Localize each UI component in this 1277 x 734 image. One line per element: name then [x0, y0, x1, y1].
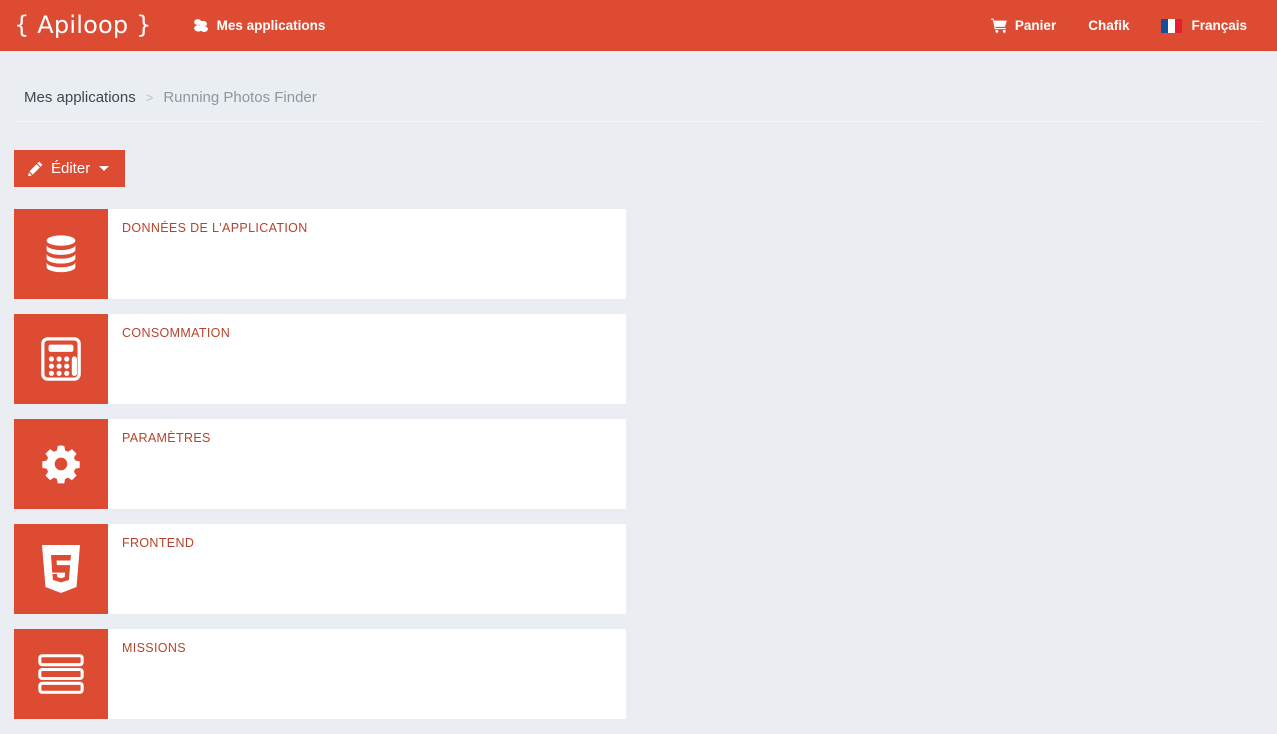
- brand-logo[interactable]: { Apiloop }: [14, 0, 152, 51]
- app-modules-grid: DONNÉES DE L'APPLICATION CONSOMMATION PA…: [14, 209, 1263, 734]
- nav-item-user-account[interactable]: Chafik: [1072, 0, 1145, 51]
- database-icon: [38, 231, 84, 277]
- card-body: CONSOMMATION: [108, 314, 626, 404]
- html5-icon: [40, 545, 82, 593]
- top-navbar: { Apiloop } Mes applications Panier Chaf…: [0, 0, 1277, 51]
- edit-button-label: Éditer: [51, 160, 91, 177]
- card-icon-wrap: [14, 629, 108, 719]
- cubes-icon: [192, 18, 210, 34]
- nav-item-language[interactable]: Français: [1145, 0, 1263, 51]
- breadcrumb-separator: >: [145, 90, 154, 105]
- grid-column-left: DONNÉES DE L'APPLICATION CONSOMMATION PA…: [14, 209, 626, 524]
- french-flag-icon: [1161, 18, 1183, 33]
- tasks-icon: [38, 654, 84, 694]
- caret-down-icon: [99, 166, 110, 171]
- card-title: CONSOMMATION: [122, 326, 231, 340]
- navbar-right-links: Panier Chafik Français: [975, 0, 1263, 51]
- toolbar: Éditer: [14, 122, 1263, 187]
- card-icon-wrap: [14, 419, 108, 509]
- card-missions[interactable]: MISSIONS: [14, 629, 626, 719]
- page-content: Mes applications > Running Photos Finder…: [0, 51, 1277, 734]
- navbar-left-links: Mes applications: [184, 0, 334, 51]
- nav-item-panier[interactable]: Panier: [975, 0, 1072, 51]
- nav-item-label: Mes applications: [216, 18, 326, 33]
- shopping-cart-icon: [990, 18, 1008, 33]
- card-icon-wrap: [14, 314, 108, 404]
- card-title: FRONTEND: [122, 536, 195, 550]
- card-title: DONNÉES DE L'APPLICATION: [122, 221, 308, 235]
- card-body: FRONTEND: [108, 524, 626, 614]
- card-consommation[interactable]: CONSOMMATION: [14, 314, 626, 404]
- card-title: PARAMÈTRES: [122, 431, 211, 445]
- calculator-icon: [39, 337, 83, 381]
- card-body: DONNÉES DE L'APPLICATION: [108, 209, 626, 299]
- nav-item-label: Français: [1191, 18, 1247, 33]
- card-title: MISSIONS: [122, 641, 186, 655]
- nav-item-label: Chafik: [1088, 18, 1130, 33]
- breadcrumb-parent-link[interactable]: Mes applications: [24, 89, 136, 106]
- card-donnees-application[interactable]: DONNÉES DE L'APPLICATION: [14, 209, 626, 299]
- card-icon-wrap: [14, 524, 108, 614]
- card-body: PARAMÈTRES: [108, 419, 626, 509]
- nav-item-mes-applications[interactable]: Mes applications: [184, 0, 334, 51]
- card-body: MISSIONS: [108, 629, 626, 719]
- edit-dropdown-button[interactable]: Éditer: [14, 150, 126, 187]
- card-frontend[interactable]: FRONTEND: [14, 524, 626, 614]
- grid-column-right: FRONTEND MISSIONS: [14, 524, 626, 734]
- card-parametres[interactable]: PARAMÈTRES: [14, 419, 626, 509]
- gear-icon: [38, 441, 84, 487]
- breadcrumb-current-page: Running Photos Finder: [163, 89, 317, 106]
- pencil-icon: [28, 161, 43, 176]
- card-icon-wrap: [14, 209, 108, 299]
- nav-item-label: Panier: [1014, 18, 1057, 33]
- breadcrumb: Mes applications > Running Photos Finder: [14, 51, 1263, 122]
